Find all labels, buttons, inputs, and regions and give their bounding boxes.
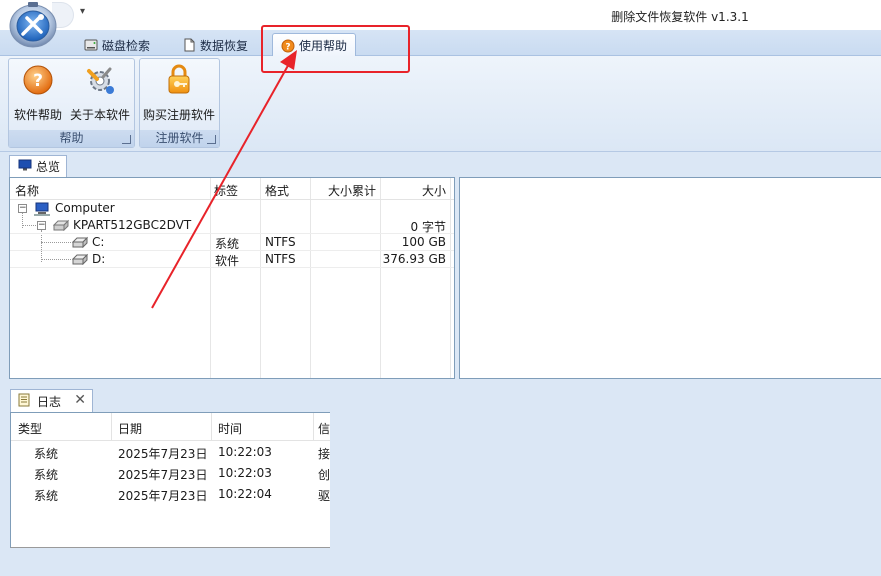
disk-icon (84, 38, 98, 52)
log-time: 10:22:03 (218, 466, 272, 480)
buy-register-button[interactable]: 购买注册软件 (143, 63, 215, 123)
overview-grid: 名称 标签 格式 大小累计 大小 − Computer − KPART512GB… (9, 177, 455, 379)
log-type: 系统 (34, 468, 59, 482)
dialog-launcher-icon[interactable] (207, 135, 216, 144)
tab-overview-label: 总览 (36, 160, 61, 174)
monitor-icon (18, 158, 32, 175)
column-header-size[interactable]: 大小 (380, 182, 446, 199)
overview-header: 名称 标签 格式 大小累计 大小 (10, 178, 454, 200)
size-value: 376.93 GB (382, 252, 446, 266)
window-title: 删除文件恢复软件 v1.3.1 (611, 10, 749, 24)
collapse-toggle-icon[interactable]: − (18, 204, 27, 213)
tab-help[interactable]: ? 使用帮助 (272, 33, 357, 57)
harddisk-icon (52, 219, 70, 234)
tree-node-label: D: (92, 252, 106, 266)
log-row[interactable]: 系统 2025年7月23日 10:22:03 接 (11, 443, 330, 463)
dialog-launcher-icon[interactable] (122, 135, 131, 144)
tree-row-drive-c[interactable]: C: 系统 NTFS 100 GB (10, 234, 454, 251)
help-question-icon: ? (21, 63, 55, 100)
size-value: 100 GB (401, 235, 446, 249)
detail-panel (459, 177, 881, 379)
log-type: 系统 (34, 447, 59, 461)
ribbon-group-register-title: 注册软件 (140, 130, 219, 147)
log-row[interactable]: 系统 2025年7月23日 10:22:03 创 (11, 464, 330, 484)
svg-text:?: ? (33, 71, 43, 91)
tab-data-recovery[interactable]: 数据恢复 (174, 34, 256, 56)
column-header-type[interactable]: 类型 (18, 420, 42, 437)
quick-access-dropdown-icon[interactable]: ▾ (80, 6, 85, 17)
tab-data-recovery-label: 数据恢复 (200, 38, 249, 53)
column-header-info[interactable]: 信 (318, 420, 330, 437)
log-info: 驱 (318, 489, 331, 503)
tree-row-disk[interactable]: − KPART512GBC2DVT 0 字节 (10, 217, 454, 234)
ribbon-group-help-label: 帮助 (59, 131, 84, 145)
size-value: 0 字节 (410, 220, 446, 234)
format-value: NTFS (265, 252, 296, 266)
log-date: 2025年7月23日 (118, 447, 208, 461)
close-icon[interactable]: ✕ (74, 392, 86, 408)
log-time: 10:22:03 (218, 445, 272, 459)
tab-disk-search[interactable]: 磁盘检索 (76, 34, 158, 56)
tab-help-label: 使用帮助 (299, 39, 348, 53)
log-time: 10:22:04 (218, 487, 272, 501)
ribbon-group-help: ? 软件帮助 关于本软件 帮助 (8, 58, 135, 148)
ribbon-tab-bar: 磁盘检索 数据恢复 ? 使用帮助 (0, 30, 881, 57)
log-info: 创 (318, 468, 331, 482)
log-row[interactable]: 系统 2025年7月23日 10:22:04 驱 (11, 485, 330, 505)
column-header-label[interactable]: 标签 (214, 182, 238, 199)
title-bar: ▾ 删除文件恢复软件 v1.3.1 (0, 0, 881, 30)
column-header-name[interactable]: 名称 (15, 182, 39, 199)
column-header-date[interactable]: 日期 (118, 420, 142, 437)
tab-log[interactable]: 日志 ✕ (10, 389, 93, 412)
ribbon-group-help-title: 帮助 (9, 130, 134, 147)
column-header-total[interactable]: 大小累计 (310, 182, 376, 199)
ribbon-group-register-label: 注册软件 (155, 131, 204, 145)
drive-icon (71, 236, 89, 251)
drive-icon (71, 253, 89, 268)
ribbon-panel: ? 软件帮助 关于本软件 帮助 购买注册软件 注册软件 (0, 56, 881, 152)
column-header-time[interactable]: 时间 (218, 420, 242, 437)
buy-register-label: 购买注册软件 (143, 108, 216, 122)
log-grid: 类型 日期 时间 信 系统 2025年7月23日 10:22:03 接 系统 2… (10, 412, 330, 548)
tree-row-drive-d[interactable]: D: 软件 NTFS 376.93 GB (10, 251, 454, 268)
log-info: 接 (318, 447, 331, 461)
software-help-button[interactable]: ? 软件帮助 (14, 63, 62, 123)
tree-row-computer[interactable]: − Computer (10, 200, 454, 217)
about-software-button[interactable]: 关于本软件 (70, 63, 130, 123)
tree-node-label: Computer (55, 201, 115, 215)
svg-text:?: ? (285, 42, 290, 52)
volume-label-value: 软件 (215, 254, 240, 268)
help-question-icon: ? (281, 39, 295, 53)
app-orb-icon[interactable] (8, 2, 58, 48)
document-icon (182, 38, 196, 52)
collapse-toggle-icon[interactable]: − (37, 221, 46, 230)
tree-node-label: KPART512GBC2DVT (73, 218, 192, 232)
log-header: 类型 日期 时间 信 (11, 413, 330, 441)
notepad-icon (17, 393, 31, 410)
software-help-label: 软件帮助 (14, 108, 63, 122)
column-header-format[interactable]: 格式 (265, 182, 289, 199)
volume-label-value: 系统 (215, 237, 240, 251)
format-value: NTFS (265, 235, 296, 249)
gear-tools-icon (83, 63, 117, 100)
ribbon-group-register: 购买注册软件 注册软件 (139, 58, 220, 148)
about-software-label: 关于本软件 (70, 108, 131, 122)
log-date: 2025年7月23日 (118, 489, 208, 503)
log-date: 2025年7月23日 (118, 468, 208, 482)
tab-disk-search-label: 磁盘检索 (102, 38, 151, 53)
log-type: 系统 (34, 489, 59, 503)
tab-log-label: 日志 (37, 394, 62, 409)
tree-node-label: C: (92, 235, 105, 249)
tab-overview[interactable]: 总览 (9, 155, 67, 177)
lock-key-icon (162, 63, 196, 100)
